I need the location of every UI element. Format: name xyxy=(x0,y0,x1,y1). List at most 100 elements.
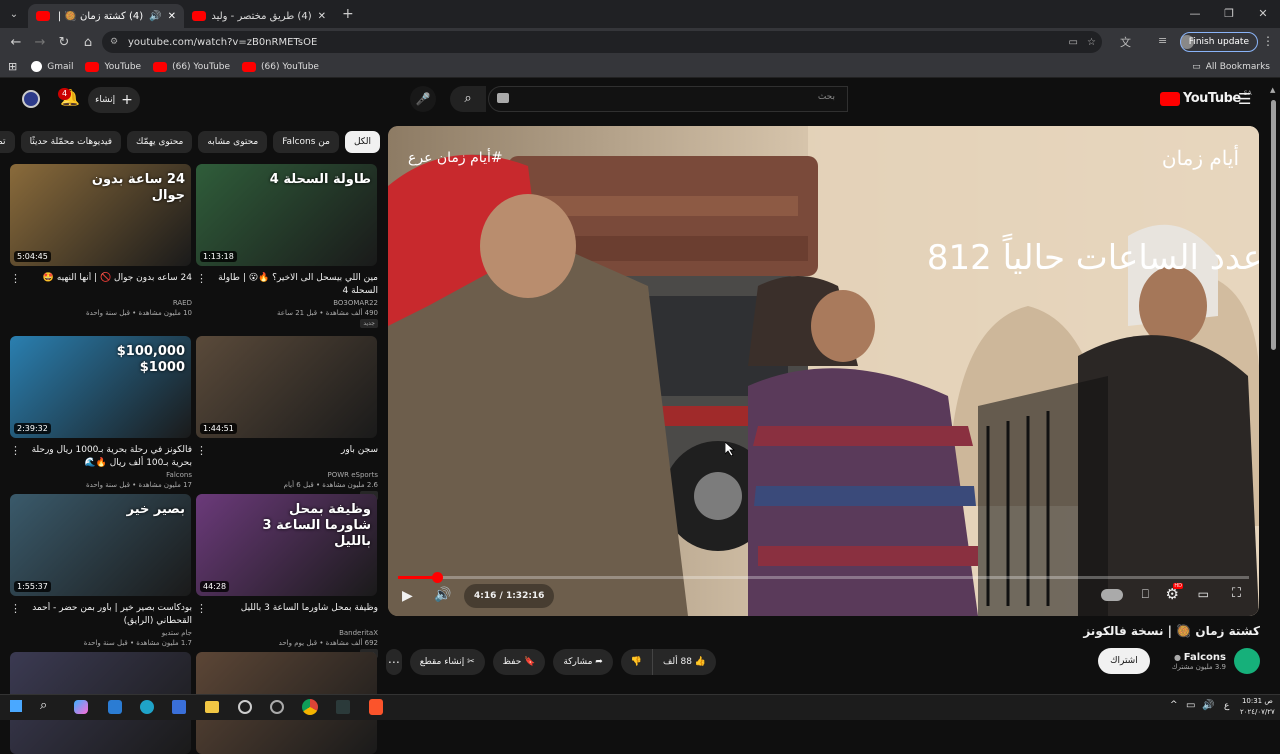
subtitles-icon[interactable]: ⎕ xyxy=(1142,587,1149,602)
video-thumbnail[interactable]: $100,000 $1000 2:39:32 xyxy=(10,336,191,438)
channel-name[interactable]: Falcons xyxy=(1184,652,1226,663)
recommendation-title[interactable]: بودكاست بصير خير | باور بمن حضر - أحمد ا… xyxy=(10,602,192,628)
keyboard-lang[interactable]: ع xyxy=(1224,701,1229,711)
recommendation-card[interactable]: طاولة السحلة 4 1:13:18 مين اللي بيسحل الى … xyxy=(196,164,378,328)
recommendation-card[interactable]: وظيفة بمحل شاورما الساعة 3 بالليل 44:28 وظ… xyxy=(196,494,378,658)
recommendation-card[interactable]: 24 ساعة بدون جوال 5:04:45 24 ساعه بدون جوا… xyxy=(10,164,192,318)
search-input[interactable]: بحث xyxy=(488,86,848,112)
tab-list-icon[interactable]: ≡ xyxy=(1158,34,1167,47)
recommendation-title[interactable]: 24 ساعه بدون جوال 🚫 | أنها النهيه 🤩 xyxy=(10,272,192,298)
autoplay-toggle-icon[interactable] xyxy=(1101,589,1123,601)
chip-recently-uploaded[interactable]: فيديوهات محمّلة حديثًا xyxy=(20,131,122,153)
bookmark-youtube[interactable]: YouTube xyxy=(85,61,141,72)
save-button[interactable]: 🔖 حفظ xyxy=(492,649,546,675)
volume-icon[interactable]: 🔊 xyxy=(434,587,451,603)
scroll-thumb[interactable] xyxy=(1271,100,1276,350)
recommendation-channel[interactable]: Falcons xyxy=(10,470,192,480)
tab-inactive[interactable]: (4) طريق مختصر - وليد قصص ✕ xyxy=(184,4,334,28)
recommendation-channel[interactable]: BanderitaX xyxy=(196,628,378,638)
hamburger-menu-icon[interactable]: ☰ xyxy=(1238,90,1251,108)
tray-chevron-icon[interactable]: ^ xyxy=(1170,700,1178,710)
clock[interactable]: 10:31 ص ٢٠٢٤/٠٧/٢٧ xyxy=(1240,696,1275,718)
voice-search-mic-icon[interactable]: 🎤 xyxy=(410,86,436,112)
more-options-icon[interactable]: ⋮ xyxy=(10,444,21,457)
video-thumbnail[interactable]: وظيفة بمحل شاورما الساعة 3 بالليل 44:28 xyxy=(196,494,377,596)
fullscreen-icon[interactable]: ⛶ xyxy=(1232,586,1241,601)
bookmark-youtube-66-b[interactable]: (66) YouTube xyxy=(242,61,319,72)
app-icon-1[interactable] xyxy=(108,700,122,714)
chip-from-falcons[interactable]: من Falcons xyxy=(273,131,339,153)
more-options-icon[interactable]: ⋮ xyxy=(10,602,21,615)
keyboard-icon[interactable] xyxy=(497,93,509,103)
minimize-icon[interactable]: — xyxy=(1178,0,1212,28)
progress-bar[interactable] xyxy=(398,572,1249,583)
bookmark-star-icon[interactable]: ☆ xyxy=(1087,37,1096,48)
video-thumbnail[interactable]: بصير خير 1:55:37 xyxy=(10,494,191,596)
search-taskbar-icon[interactable]: ⌕ xyxy=(40,698,47,713)
volume-tray-icon[interactable]: 🔊 xyxy=(1202,700,1214,711)
chrome-icon[interactable] xyxy=(302,699,318,715)
store-icon[interactable] xyxy=(172,700,186,714)
file-explorer-icon[interactable] xyxy=(205,701,219,713)
recommendation-title[interactable]: مين اللي بيسحل الى الاخير؟ 🔥😮 | طاولة ال… xyxy=(196,272,378,298)
apps-icon[interactable]: ⊞ xyxy=(8,60,17,73)
recommendation-title[interactable]: فالكونز في رحلة بحرية بـ1000 ريال ورحلة … xyxy=(10,444,192,470)
bookmark-youtube-66[interactable]: (66) YouTube xyxy=(153,61,230,72)
recommendation-title[interactable]: سجن باور xyxy=(196,444,378,470)
recommendation-channel[interactable]: RAED xyxy=(10,298,192,308)
recommendation-card[interactable]: 1:44:51 سجن باور POWR eSports 2.6 مليون مشا… xyxy=(196,336,378,500)
start-windows-icon[interactable] xyxy=(10,700,22,712)
tab-active[interactable]: (4) كشتة زمان 🥘 | نسخة فالـ 🔊 ✕ xyxy=(28,4,184,28)
close-window-icon[interactable]: ✕ xyxy=(1246,0,1280,28)
terminal-icon[interactable] xyxy=(336,700,350,714)
new-tab-button[interactable]: + xyxy=(342,6,354,22)
tab-close-icon[interactable]: ✕ xyxy=(168,11,176,22)
like-button[interactable]: 👍 88 ألف xyxy=(652,649,716,675)
network-icon[interactable]: ▭ xyxy=(1186,700,1195,711)
chip-for-you[interactable]: محتوى يهمّك xyxy=(127,131,193,153)
install-icon[interactable]: ▭ xyxy=(1069,37,1078,48)
page-scrollbar[interactable]: ▲ xyxy=(1270,86,1278,686)
video-thumbnail[interactable]: 1:44:51 xyxy=(196,336,377,438)
translate-icon[interactable]: 文 xyxy=(1120,34,1131,50)
recommendation-channel[interactable]: جام ستديو xyxy=(10,628,192,638)
dislike-button[interactable]: 👎 xyxy=(621,649,652,675)
edge-icon[interactable] xyxy=(140,700,154,714)
reload-icon[interactable]: ↻ xyxy=(52,35,76,50)
site-info-icon[interactable]: ⚙ xyxy=(110,37,118,47)
back-icon[interactable]: ← xyxy=(4,35,28,50)
tab-close-icon[interactable]: ✕ xyxy=(318,11,326,22)
copilot-icon[interactable] xyxy=(74,700,88,714)
recommendation-channel[interactable]: BO3OMAR22 xyxy=(196,298,378,308)
forward-icon[interactable]: → xyxy=(28,35,52,50)
more-actions-icon[interactable]: ⋯ xyxy=(386,649,402,675)
recommendation-title[interactable]: وظيفة بمحل شاورما الساعة 3 بالليل xyxy=(196,602,378,628)
video-thumbnail[interactable]: 24 ساعة بدون جوال 5:04:45 xyxy=(10,164,191,266)
create-button[interactable]: إنشاء + xyxy=(88,87,140,113)
all-bookmarks[interactable]: ▭ All Bookmarks xyxy=(1192,62,1270,72)
account-avatar[interactable] xyxy=(22,90,40,108)
menu-kebab-icon[interactable]: ⋮ xyxy=(1262,34,1274,48)
search-button-icon[interactable]: ⌕ xyxy=(450,86,486,112)
chip-related[interactable]: محتوى مشابه xyxy=(198,131,268,153)
more-options-icon[interactable]: ⋮ xyxy=(10,272,21,285)
audio-icon[interactable]: 🔊 xyxy=(149,11,161,22)
bookmark-gmail[interactable]: Gmail xyxy=(31,61,73,72)
restore-icon[interactable]: ❐ xyxy=(1212,0,1246,28)
more-options-icon[interactable]: ⋮ xyxy=(196,272,207,285)
chip-all[interactable]: الكل xyxy=(344,131,380,153)
more-options-icon[interactable]: ⋮ xyxy=(196,602,207,615)
finish-update-button[interactable]: Finish update xyxy=(1179,32,1258,52)
share-button[interactable]: ➦ مشاركة xyxy=(553,649,613,675)
recommendation-card[interactable]: بصير خير 1:55:37 بودكاست بصير خير | باور ب… xyxy=(10,494,192,648)
more-options-icon[interactable]: ⋮ xyxy=(196,444,207,457)
video-thumbnail[interactable]: طاولة السحلة 4 1:13:18 xyxy=(196,164,377,266)
recommendation-channel[interactable]: POWR eSports xyxy=(196,470,379,480)
clip-button[interactable]: ✂ إنشاء مقطع xyxy=(409,649,485,675)
app-icon-3[interactable] xyxy=(270,700,284,714)
video-player[interactable]: أيام زمان #أيام زمان عرع عدد الساعات حال… xyxy=(388,126,1259,616)
tab-search-button[interactable]: ⌄ xyxy=(0,9,28,20)
home-icon[interactable]: ⌂ xyxy=(76,35,100,50)
channel-avatar[interactable] xyxy=(1234,648,1260,674)
chip-watched[interactable]: تمت xyxy=(0,131,15,153)
